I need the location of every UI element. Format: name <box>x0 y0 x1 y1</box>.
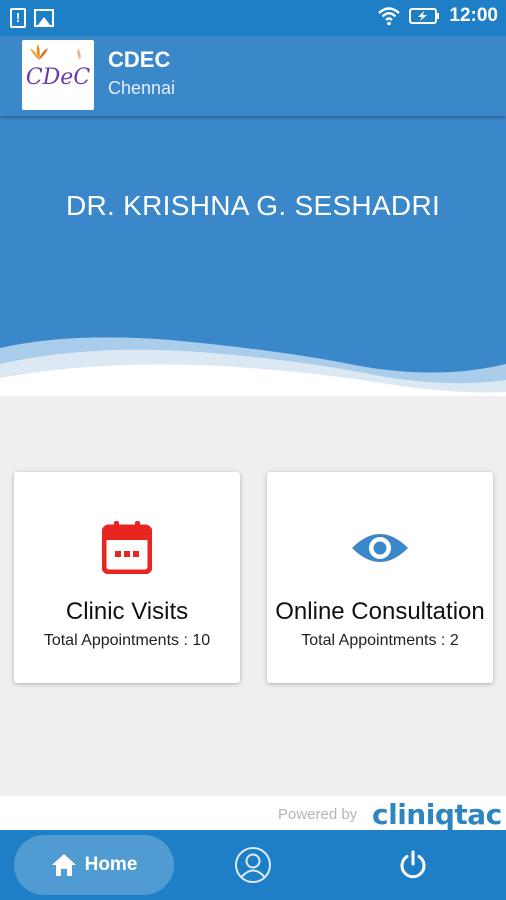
card-title: Online Consultation <box>275 598 485 625</box>
status-bar: ! 12:00 <box>0 0 506 36</box>
hero-banner: DR. KRISHNA G. SESHADRI <box>0 116 506 396</box>
app-bar: CDeC CDEC Chennai <box>0 36 506 116</box>
eye-icon <box>352 534 408 562</box>
nav-home-button[interactable]: Home <box>14 835 174 895</box>
card-title: Clinic Visits <box>65 598 189 625</box>
calendar-icon <box>102 521 152 574</box>
home-icon <box>51 854 76 876</box>
app-title: CDEC <box>108 47 171 72</box>
alert-icon: ! <box>10 8 26 28</box>
card-appointment-count: Total Appointments : 10 <box>43 632 211 649</box>
clinic-visits-card[interactable]: Clinic Visits Total Appointments : 10 <box>14 472 240 683</box>
card-appointment-count: Total Appointments : 2 <box>301 632 459 649</box>
powered-by-bar: Powered by cliniqtac <box>0 796 506 831</box>
power-icon[interactable] <box>398 850 428 880</box>
wifi-icon <box>378 7 401 26</box>
hero-wave <box>0 337 506 396</box>
svg-text:CDeC: CDeC <box>26 65 90 90</box>
doctor-name: DR. KRISHNA G. SESHADRI <box>65 190 441 221</box>
profile-icon[interactable] <box>234 846 272 884</box>
battery-charging-icon <box>409 8 440 24</box>
image-icon <box>34 9 54 27</box>
online-consultation-card[interactable]: Online Consultation Total Appointments :… <box>267 472 493 683</box>
bottom-navigation: Home <box>0 830 506 900</box>
nav-home-label: Home <box>84 854 138 875</box>
app-subtitle: Chennai <box>108 78 176 98</box>
status-time: 12:00 <box>449 5 498 26</box>
clinic-logo: CDeC <box>22 40 94 110</box>
powered-by-label: Powered by <box>278 806 358 823</box>
cliniqtac-logo: cliniqtac <box>372 798 502 831</box>
